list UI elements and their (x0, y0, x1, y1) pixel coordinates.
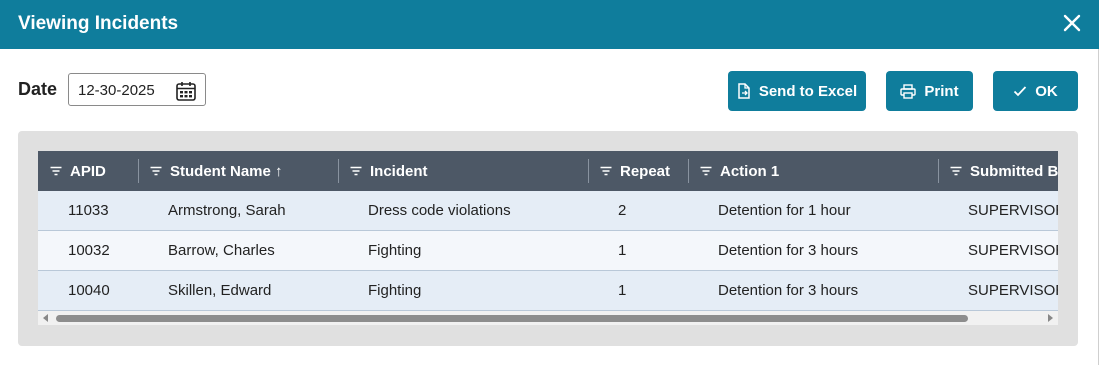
column-header-label: Submitted By (970, 162, 1058, 180)
column-separator[interactable] (338, 159, 339, 183)
column-separator[interactable] (938, 159, 939, 183)
cell-incident: Dress code violations (368, 202, 511, 219)
cell-submitted-by: SUPERVISOR (968, 202, 1058, 219)
grid-header: APID Student Name ↑ Incident Repeat Acti… (38, 151, 1058, 191)
table-row[interactable]: 10040 Skillen, Edward Fighting 1 Detenti… (38, 271, 1058, 311)
dialog-header: Viewing Incidents (0, 0, 1099, 49)
filter-icon[interactable] (350, 166, 362, 176)
cell-student-name: Armstrong, Sarah (168, 202, 286, 219)
checkmark-icon (1014, 86, 1027, 97)
filter-icon[interactable] (150, 166, 162, 176)
incidents-dialog: Viewing Incidents Date 12-30-2025 Send t… (0, 0, 1099, 365)
ok-button[interactable]: OK (993, 71, 1078, 111)
column-header-label: Student Name ↑ (170, 162, 283, 180)
dialog-title: Viewing Incidents (18, 13, 179, 34)
cell-student-name: Barrow, Charles (168, 242, 275, 259)
cell-action-1: Detention for 3 hours (718, 242, 859, 259)
column-header-action-1[interactable]: Action 1 (700, 151, 779, 191)
column-header-label: Incident (370, 162, 428, 180)
cell-apid: 11033 (68, 202, 109, 219)
column-header-label: APID (70, 162, 106, 180)
column-header-student-name[interactable]: Student Name ↑ (150, 151, 283, 191)
filter-icon[interactable] (600, 166, 612, 176)
column-separator[interactable] (688, 159, 689, 183)
scrollbar-thumb[interactable] (56, 315, 968, 322)
date-value[interactable]: 12-30-2025 (78, 82, 155, 99)
calendar-icon[interactable] (175, 80, 197, 102)
export-file-icon (738, 83, 750, 99)
cell-incident: Fighting (368, 242, 422, 259)
send-to-excel-button[interactable]: Send to Excel (728, 71, 866, 111)
cell-incident: Fighting (368, 282, 422, 299)
cell-apid: 10040 (68, 282, 110, 299)
horizontal-scrollbar[interactable] (38, 311, 1058, 325)
ok-label: OK (1035, 82, 1058, 100)
column-header-apid[interactable]: APID (50, 151, 106, 191)
cell-repeat: 1 (618, 242, 627, 259)
column-header-label: Action 1 (720, 162, 780, 180)
column-header-submitted-by[interactable]: Submitted By (950, 151, 1058, 191)
scroll-right-icon[interactable] (1048, 314, 1053, 322)
date-label: Date (18, 79, 58, 99)
cell-student-name: Skillen, Edward (168, 282, 272, 299)
cell-repeat: 1 (618, 282, 627, 299)
column-header-label: Repeat (620, 162, 671, 180)
printer-icon (900, 83, 917, 99)
scroll-left-icon[interactable] (43, 314, 48, 322)
incidents-grid: APID Student Name ↑ Incident Repeat Acti… (38, 151, 1058, 325)
grid-panel: APID Student Name ↑ Incident Repeat Acti… (18, 131, 1078, 346)
filter-icon[interactable] (700, 166, 712, 176)
column-separator[interactable] (588, 159, 589, 183)
column-header-repeat[interactable]: Repeat (600, 151, 670, 191)
table-row[interactable]: 10032 Barrow, Charles Fighting 1 Detenti… (38, 231, 1058, 271)
send-to-excel-label: Send to Excel (758, 82, 858, 100)
print-button[interactable]: Print (886, 71, 973, 111)
close-icon[interactable] (1059, 10, 1085, 36)
cell-action-1: Detention for 1 hour (718, 202, 851, 219)
cell-action-1: Detention for 3 hours (718, 282, 859, 299)
filter-icon[interactable] (50, 166, 62, 176)
filter-icon[interactable] (950, 166, 962, 176)
print-label: Print (924, 82, 959, 100)
date-field[interactable]: 12-30-2025 (68, 73, 206, 106)
column-header-incident[interactable]: Incident (350, 151, 428, 191)
cell-repeat: 2 (618, 202, 627, 219)
table-row[interactable]: 11033 Armstrong, Sarah Dress code violat… (38, 191, 1058, 231)
cell-submitted-by: SUPERVISOR (968, 242, 1058, 259)
column-separator[interactable] (138, 159, 139, 183)
cell-submitted-by: SUPERVISOR (968, 282, 1058, 299)
cell-apid: 10032 (68, 242, 110, 259)
